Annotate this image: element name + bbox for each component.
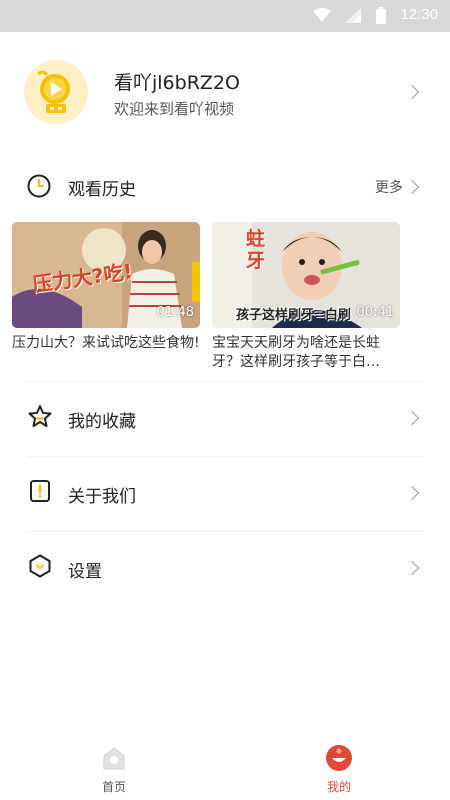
video-card[interactable]: 压力大?吃! 01:48 压力山大？来试试吃这些食物! xyxy=(12,222,200,372)
settings-hexagon-icon xyxy=(29,554,51,578)
menu-item-settings[interactable]: 设置 xyxy=(26,531,424,606)
tab-label: 我的 xyxy=(326,780,351,794)
video-title[interactable]: 压力山大？来试试吃这些食物! xyxy=(12,334,200,372)
profile-header[interactable]: 看吖jl6bRZ2O 欢迎来到看吖视频 xyxy=(0,32,450,152)
menu-item-label: 设置 xyxy=(68,562,102,582)
tab-home[interactable]: 首页 xyxy=(74,742,154,798)
menu-item-favorites[interactable]: 我的收藏 xyxy=(26,381,424,456)
status-time: 12:30 xyxy=(400,6,438,23)
history-more-link[interactable]: 更多 xyxy=(375,177,403,197)
avatar[interactable] xyxy=(24,60,88,124)
profile-tab-icon xyxy=(326,745,352,771)
app-logo-icon xyxy=(24,60,88,124)
chevron-right-icon xyxy=(404,560,420,576)
chevron-right-icon xyxy=(404,410,420,426)
username: 看吖jl6bRZ2O xyxy=(114,72,240,94)
video-duration: 00:41 xyxy=(356,305,394,320)
history-video-list: 压力大?吃! 01:48 压力山大？来试试吃这些食物! 蛀牙 孩子这样刷牙=白刷… xyxy=(12,222,450,372)
video-thumbnail[interactable]: 压力大?吃! 01:48 xyxy=(12,222,200,328)
video-duration: 01:48 xyxy=(156,305,194,320)
battery-icon xyxy=(376,7,386,24)
wifi-icon xyxy=(313,8,331,22)
video-title[interactable]: 宝宝天天刷牙为啥还是长蛀牙？这样刷牙孩子等于白… xyxy=(212,334,400,372)
star-icon xyxy=(28,405,52,427)
video-thumbnail[interactable]: 蛀牙 孩子这样刷牙=白刷 00:41 xyxy=(212,222,400,328)
menu-item-label: 我的收藏 xyxy=(68,412,136,432)
clock-icon xyxy=(27,174,51,198)
welcome-text: 欢迎来到看吖视频 xyxy=(114,100,235,118)
history-title: 观看历史 xyxy=(68,180,136,200)
chevron-right-icon[interactable] xyxy=(404,179,420,195)
menu-item-about[interactable]: 关于我们 xyxy=(26,456,424,531)
info-icon xyxy=(30,480,50,502)
thumbnail-subcaption: 孩子这样刷牙=白刷 xyxy=(236,308,351,323)
tab-mine[interactable]: 我的 xyxy=(299,742,379,798)
home-icon xyxy=(103,747,125,770)
status-bar: 12:30 xyxy=(0,0,450,32)
bottom-tab-bar: 首页 我的 xyxy=(0,740,450,800)
chevron-right-icon xyxy=(404,84,420,100)
menu-item-label: 关于我们 xyxy=(68,487,136,507)
video-card[interactable]: 蛀牙 孩子这样刷牙=白刷 00:41 宝宝天天刷牙为啥还是长蛀牙？这样刷牙孩子等… xyxy=(212,222,400,372)
chevron-right-icon xyxy=(404,485,420,501)
history-header: 观看历史 更多 xyxy=(0,160,450,212)
signal-icon xyxy=(345,8,361,23)
thumbnail-caption: 蛀牙 xyxy=(246,228,266,272)
tab-label: 首页 xyxy=(101,780,126,794)
